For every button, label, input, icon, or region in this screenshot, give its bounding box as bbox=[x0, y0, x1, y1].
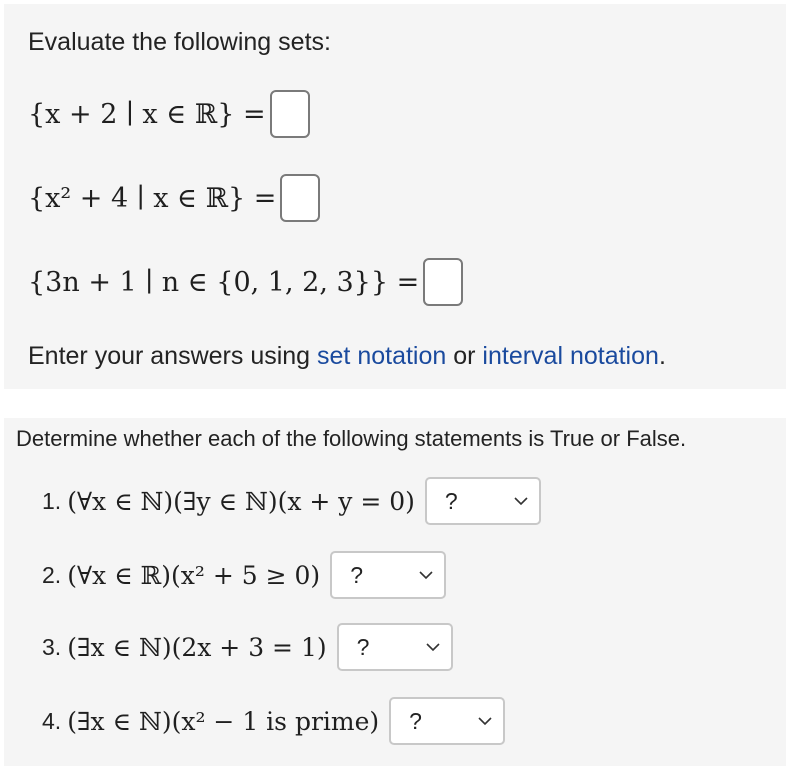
statement-row-3: 3. (∃x ∈ ℕ)(2x + 3 = 1) ? bbox=[42, 623, 453, 671]
true-false-panel: Determine whether each of the following … bbox=[4, 418, 786, 766]
interval-notation-link[interactable]: interval notation bbox=[482, 342, 659, 370]
statement-select-value-3: ? bbox=[356, 633, 370, 660]
statement-select-3[interactable]: ? bbox=[336, 623, 453, 671]
statements-prompt: Determine whether each of the following … bbox=[16, 426, 687, 451]
set-expression-3: {3n + 1 ∣ n ∈ {0, 1, 2, 3}} = bbox=[28, 266, 420, 298]
statement-expression-3: (∃x ∈ ℕ)(2x + 3 = 1) bbox=[67, 632, 327, 662]
statement-select-value-4: ? bbox=[409, 707, 422, 734]
set-row-2: {x² + 4 ∣ x ∈ ℝ} = bbox=[28, 174, 321, 222]
chevron-down-icon bbox=[478, 717, 492, 726]
set-row-1: {x + 2 ∣ x ∈ ℝ} = bbox=[28, 90, 310, 138]
set-expression-1: {x + 2 ∣ x ∈ ℝ} = bbox=[28, 98, 266, 130]
set-expression-2: {x² + 4 ∣ x ∈ ℝ} = bbox=[28, 182, 277, 214]
chevron-down-icon bbox=[514, 497, 528, 506]
set-answer-input-1[interactable] bbox=[269, 90, 310, 138]
statement-number-3: 3. bbox=[42, 633, 62, 660]
set-row-3: {3n + 1 ∣ n ∈ {0, 1, 2, 3}} = bbox=[28, 258, 464, 306]
statement-select-2[interactable]: ? bbox=[330, 551, 447, 599]
statement-expression-4: (∃x ∈ ℕ)(x² − 1 is prime) bbox=[67, 706, 380, 736]
statement-select-4[interactable]: ? bbox=[389, 697, 506, 745]
statement-number-2: 2. bbox=[42, 561, 62, 588]
set-prompt: Evaluate the following sets: bbox=[28, 28, 331, 56]
set-evaluation-panel: Evaluate the following sets: {x + 2 ∣ x … bbox=[4, 4, 786, 389]
statement-select-value-2: ? bbox=[350, 561, 363, 588]
chevron-down-icon bbox=[426, 643, 440, 652]
statement-number-4: 4. bbox=[42, 707, 62, 734]
note-prefix: Enter your answers using bbox=[28, 342, 318, 370]
notation-note: Enter your answers using set notation or… bbox=[28, 342, 666, 371]
statement-row-4: 4. (∃x ∈ ℕ)(x² − 1 is prime) ? bbox=[42, 697, 506, 745]
set-answer-input-3[interactable] bbox=[423, 258, 464, 306]
note-suffix: . bbox=[658, 342, 666, 370]
note-or: or bbox=[446, 342, 483, 370]
statement-row-1: 1. (∀x ∈ ℕ)(∃y ∈ ℕ)(x + y = 0) ? bbox=[42, 477, 541, 525]
statement-select-value-1: ? bbox=[444, 487, 458, 514]
statement-row-2: 2. (∀x ∈ ℝ)(x² + 5 ≥ 0) ? bbox=[42, 551, 447, 599]
statement-expression-1: (∀x ∈ ℕ)(∃y ∈ ℕ)(x + y = 0) bbox=[67, 486, 415, 516]
set-notation-link[interactable]: set notation bbox=[317, 342, 446, 370]
chevron-down-icon bbox=[419, 571, 433, 580]
set-answer-input-2[interactable] bbox=[280, 174, 321, 222]
statement-select-1[interactable]: ? bbox=[424, 477, 541, 525]
statement-number-1: 1. bbox=[42, 487, 62, 514]
statement-expression-2: (∀x ∈ ℝ)(x² + 5 ≥ 0) bbox=[67, 560, 321, 590]
